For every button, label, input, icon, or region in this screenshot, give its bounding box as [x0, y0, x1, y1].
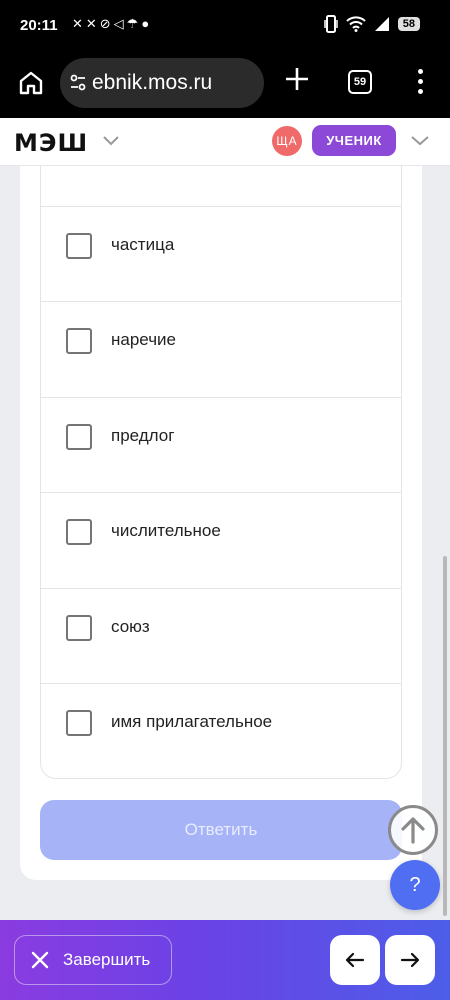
checkbox[interactable]	[66, 424, 92, 450]
signal-icon	[374, 17, 389, 31]
status-indicators: 58	[324, 15, 420, 33]
notification-icons: ✕✕⊘◁☂●	[72, 16, 153, 31]
scrollbar[interactable]	[443, 556, 447, 916]
answer-options: частица наречие предлог числительное сою…	[40, 166, 402, 779]
browser-toolbar: ebnik.mos.ru 59	[0, 52, 450, 118]
role-badge[interactable]: УЧЕНИК	[312, 125, 396, 156]
answer-option[interactable]: числительное	[41, 492, 401, 587]
option-label: числительное	[111, 521, 221, 540]
answer-option[interactable]: предлог	[41, 397, 401, 492]
answer-option[interactable]: частица	[41, 206, 401, 301]
address-bar[interactable]: ebnik.mos.ru	[60, 58, 264, 108]
arrow-left-icon	[345, 952, 365, 968]
option-label: союз	[111, 617, 150, 636]
status-bar: 20:11 ✕✕⊘◁☂● 58	[0, 0, 450, 52]
answer-button[interactable]: Ответить	[40, 800, 402, 860]
tab-switcher-button[interactable]: 59	[348, 70, 372, 94]
close-icon	[31, 951, 49, 969]
app-logo[interactable]: МЭШ	[14, 129, 88, 157]
checkbox[interactable]	[66, 519, 92, 545]
avatar[interactable]: ЩА	[272, 126, 302, 156]
next-button[interactable]	[385, 935, 435, 985]
site-settings-icon[interactable]	[70, 73, 86, 93]
battery-indicator: 58	[397, 17, 420, 31]
option-label: наречие	[111, 330, 176, 349]
home-icon	[19, 71, 43, 95]
answer-option[interactable]: имя прилагательное	[41, 683, 401, 778]
browser-menu-icon[interactable]	[412, 66, 428, 96]
help-button[interactable]: ?	[390, 860, 440, 910]
answer-option[interactable]: наречие	[41, 301, 401, 396]
scroll-to-top-button[interactable]	[388, 805, 438, 855]
home-button[interactable]	[14, 66, 48, 100]
option-label: имя прилагательное	[111, 712, 273, 731]
wifi-icon	[346, 16, 366, 32]
finish-button[interactable]: Завершить	[14, 935, 172, 985]
checkbox[interactable]	[66, 328, 92, 354]
status-time: 20:11	[20, 17, 58, 34]
checkbox[interactable]	[66, 710, 92, 736]
arrow-up-icon	[401, 817, 425, 844]
new-tab-icon[interactable]	[282, 64, 312, 94]
option-label: предлог	[111, 426, 175, 445]
answer-option[interactable]: союз	[41, 588, 401, 683]
finish-label: Завершить	[63, 950, 151, 969]
arrow-right-icon	[400, 952, 420, 968]
checkbox[interactable]	[66, 233, 92, 259]
checkbox[interactable]	[66, 615, 92, 641]
chevron-down-icon[interactable]	[102, 134, 120, 146]
vibrate-icon	[324, 15, 338, 33]
option-label: частица	[111, 235, 175, 254]
previous-button[interactable]	[330, 935, 380, 985]
chevron-down-icon[interactable]	[410, 134, 430, 146]
url-text: ebnik.mos.ru	[92, 71, 213, 94]
bottom-bar: Завершить	[0, 920, 450, 1000]
